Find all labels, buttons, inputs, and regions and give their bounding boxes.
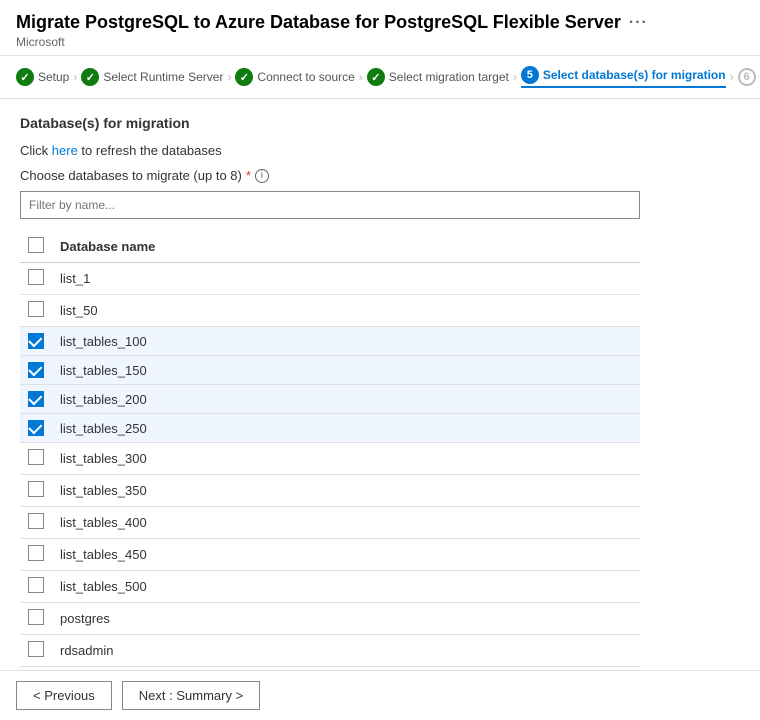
- choose-text: Choose databases to migrate (up to 8): [20, 168, 242, 183]
- table-row: list_tables_250: [20, 414, 640, 443]
- db-checkbox-list_1[interactable]: [28, 269, 44, 285]
- page-title: Migrate PostgreSQL to Azure Database for…: [16, 12, 744, 33]
- db-checkbox-list_tables_350[interactable]: [28, 481, 44, 497]
- step-label-connect: Connect to source: [257, 70, 354, 84]
- table-header-row: Database name: [20, 231, 640, 263]
- step-summary[interactable]: 6Summary: [738, 68, 760, 86]
- table-row: list_tables_300: [20, 443, 640, 475]
- row-checkbox-cell-3: [20, 356, 52, 385]
- refresh-prefix: Click: [20, 143, 52, 158]
- db-name-list_tables_400: list_tables_400: [52, 507, 640, 539]
- table-row: postgres: [20, 603, 640, 635]
- column-header-name: Database name: [52, 231, 640, 263]
- step-separator-1: ›: [227, 70, 231, 84]
- step-separator-2: ›: [359, 70, 363, 84]
- row-checkbox-cell-10: [20, 571, 52, 603]
- refresh-link[interactable]: here: [52, 143, 78, 158]
- table-row: list_tables_450: [20, 539, 640, 571]
- db-name-list_1: list_1: [52, 263, 640, 295]
- required-indicator: *: [246, 168, 251, 183]
- db-name-rdsadmin: rdsadmin: [52, 635, 640, 667]
- step-separator-4: ›: [730, 70, 734, 84]
- header: Migrate PostgreSQL to Azure Database for…: [0, 0, 760, 56]
- filter-input[interactable]: [20, 191, 640, 219]
- step-separator-3: ›: [513, 70, 517, 84]
- row-checkbox-cell-9: [20, 539, 52, 571]
- db-checkbox-list_tables_450[interactable]: [28, 545, 44, 561]
- row-checkbox-cell-5: [20, 414, 52, 443]
- step-setup[interactable]: ✓ Setup: [16, 68, 69, 86]
- section-title: Database(s) for migration: [20, 115, 740, 131]
- table-row: list_tables_200: [20, 385, 640, 414]
- db-name-list_tables_150: list_tables_150: [52, 356, 640, 385]
- db-name-list_tables_200: list_tables_200: [52, 385, 640, 414]
- db-checkbox-list_tables_150[interactable]: [28, 362, 44, 378]
- step-runtime[interactable]: ✓ Select Runtime Server: [81, 68, 223, 86]
- table-row: list_tables_400: [20, 507, 640, 539]
- step-label-target: Select migration target: [389, 70, 509, 84]
- db-checkbox-list_tables_200[interactable]: [28, 391, 44, 407]
- table-row: list_tables_350: [20, 475, 640, 507]
- refresh-suffix: to refresh the databases: [78, 143, 222, 158]
- ellipsis-menu[interactable]: ···: [629, 14, 648, 32]
- step-separator-0: ›: [73, 70, 77, 84]
- prev-button[interactable]: < Previous: [16, 681, 112, 710]
- row-checkbox-cell-11: [20, 603, 52, 635]
- row-checkbox-cell-8: [20, 507, 52, 539]
- step-label-setup: Setup: [38, 70, 69, 84]
- db-name-list_tables_100: list_tables_100: [52, 327, 640, 356]
- db-name-list_tables_250: list_tables_250: [52, 414, 640, 443]
- database-table: Database name list_1list_50list_tables_1…: [20, 231, 640, 667]
- subtitle: Microsoft: [16, 35, 744, 49]
- table-row: list_1: [20, 263, 640, 295]
- row-checkbox-cell-1: [20, 295, 52, 327]
- info-icon[interactable]: i: [255, 169, 269, 183]
- table-row: rdsadmin: [20, 635, 640, 667]
- header-checkbox-cell: [20, 231, 52, 263]
- step-connect[interactable]: ✓ Connect to source: [235, 68, 354, 86]
- step-icon-summary: 6: [738, 68, 756, 86]
- row-checkbox-cell-4: [20, 385, 52, 414]
- step-icon-runtime: ✓: [81, 68, 99, 86]
- table-row: list_tables_500: [20, 571, 640, 603]
- db-name-list_tables_350: list_tables_350: [52, 475, 640, 507]
- db-name-list_tables_500: list_tables_500: [52, 571, 640, 603]
- db-name-list_tables_450: list_tables_450: [52, 539, 640, 571]
- step-label-runtime: Select Runtime Server: [103, 70, 223, 84]
- db-checkbox-rdsadmin[interactable]: [28, 641, 44, 657]
- row-checkbox-cell-6: [20, 443, 52, 475]
- step-icon-setup: ✓: [16, 68, 34, 86]
- db-name-list_50: list_50: [52, 295, 640, 327]
- db-name-postgres: postgres: [52, 603, 640, 635]
- db-name-list_tables_300: list_tables_300: [52, 443, 640, 475]
- refresh-line: Click here to refresh the databases: [20, 143, 740, 158]
- table-row: list_50: [20, 295, 640, 327]
- db-checkbox-list_tables_250[interactable]: [28, 420, 44, 436]
- table-row: list_tables_100: [20, 327, 640, 356]
- step-label-databases: Select database(s) for migration: [543, 68, 726, 82]
- db-checkbox-list_tables_100[interactable]: [28, 333, 44, 349]
- row-checkbox-cell-12: [20, 635, 52, 667]
- step-icon-target: ✓: [367, 68, 385, 86]
- db-checkbox-list_tables_400[interactable]: [28, 513, 44, 529]
- row-checkbox-cell-7: [20, 475, 52, 507]
- step-target[interactable]: ✓ Select migration target: [367, 68, 509, 86]
- main-content: Database(s) for migration Click here to …: [0, 99, 760, 683]
- table-row: list_tables_150: [20, 356, 640, 385]
- step-icon-databases: 5: [521, 66, 539, 84]
- step-icon-connect: ✓: [235, 68, 253, 86]
- next-button[interactable]: Next : Summary >: [122, 681, 260, 710]
- db-checkbox-list_tables_500[interactable]: [28, 577, 44, 593]
- row-checkbox-cell-2: [20, 327, 52, 356]
- select-all-checkbox[interactable]: [28, 237, 44, 253]
- db-checkbox-list_50[interactable]: [28, 301, 44, 317]
- steps-bar: ✓ Setup › ✓ Select Runtime Server › ✓ Connect t…: [0, 56, 760, 99]
- db-checkbox-list_tables_300[interactable]: [28, 449, 44, 465]
- db-checkbox-postgres[interactable]: [28, 609, 44, 625]
- choose-label: Choose databases to migrate (up to 8) * …: [20, 168, 740, 183]
- footer: < Previous Next : Summary >: [0, 670, 760, 720]
- step-databases: 5 Select database(s) for migration: [521, 66, 726, 88]
- title-text: Migrate PostgreSQL to Azure Database for…: [16, 12, 621, 33]
- row-checkbox-cell-0: [20, 263, 52, 295]
